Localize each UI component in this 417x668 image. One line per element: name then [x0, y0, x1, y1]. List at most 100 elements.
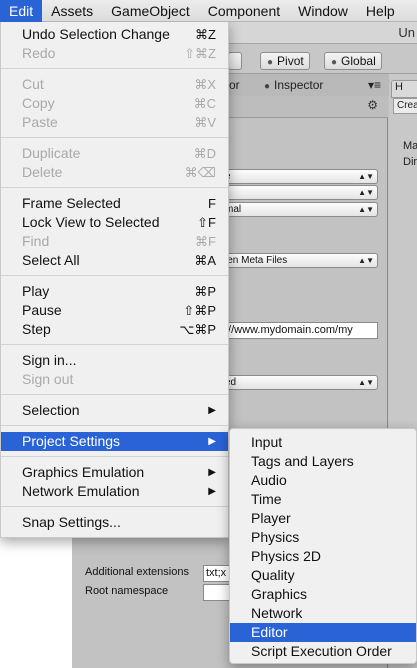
menu-item-shortcut: F — [208, 196, 216, 211]
menu-assets[interactable]: Assets — [42, 0, 102, 22]
submenu-item-player[interactable]: Player — [230, 509, 416, 528]
menu-item-selection[interactable]: Selection ▶ — [1, 401, 228, 420]
inspector-dropdown[interactable]: ▲▼ — [222, 185, 378, 200]
menu-item-label: Pause — [22, 302, 62, 318]
tab-inspector[interactable]: ● Inspector — [264, 78, 323, 92]
menu-separator — [1, 275, 228, 276]
menu-item-shortcut: ⌘F — [195, 234, 216, 249]
hierarchy-row[interactable]: Dir — [403, 156, 417, 168]
submenu-item-editor[interactable]: Editor — [230, 623, 416, 642]
menu-item-sign-out[interactable]: Sign out — [1, 370, 228, 389]
submenu-item-graphics[interactable]: Graphics — [230, 585, 416, 604]
inspector-dropdown[interactable]: ed ▲▼ — [222, 375, 378, 390]
menu-item-shortcut: ⇧F — [197, 215, 216, 230]
triangle-right-icon: ▶ — [208, 486, 216, 497]
menu-item-delete[interactable]: Delete ⌘⌫ — [1, 163, 228, 182]
menu-item-find[interactable]: Find ⌘F — [1, 232, 228, 251]
submenu-item-audio[interactable]: Audio — [230, 471, 416, 490]
menu-window[interactable]: Window — [289, 0, 357, 22]
hierarchy-row[interactable]: Ma — [403, 140, 417, 152]
menu-item-graphics-emulation[interactable]: Graphics Emulation ▶ — [1, 463, 228, 482]
menu-item-frame-selected[interactable]: Frame Selected F — [1, 194, 228, 213]
menu-item-label: Play — [22, 283, 50, 299]
menu-item-label: Network Emulation — [22, 483, 140, 499]
menu-edit[interactable]: Edit — [0, 0, 43, 22]
menu-separator — [1, 506, 228, 507]
tab-inspector-label: Inspector — [274, 78, 324, 92]
menu-item-shortcut: ⌘D — [193, 146, 216, 161]
menu-item-label: Graphics Emulation — [22, 464, 145, 480]
dropdown-arrow-icon: ▲▼ — [358, 256, 374, 265]
triangle-right-icon: ▶ — [208, 467, 216, 478]
menu-item-shortcut: ⌘P — [194, 284, 216, 299]
submenu-item-quality[interactable]: Quality — [230, 566, 416, 585]
menu-item-select-all[interactable]: Select All ⌘A — [1, 251, 228, 270]
submenu-item-time[interactable]: Time — [230, 490, 416, 509]
pivot-button[interactable]: ● Pivot — [260, 52, 310, 70]
menu-item-label: Paste — [22, 114, 58, 130]
menu-item-snap-settings[interactable]: Snap Settings... — [1, 513, 228, 532]
menu-item-step[interactable]: Step ⌥⌘P — [1, 320, 228, 339]
menu-item-network-emulation[interactable]: Network Emulation ▶ — [1, 482, 228, 501]
menu-item-shortcut: ⌘A — [194, 253, 216, 268]
menu-item-shortcut: ⌘C — [193, 96, 216, 111]
menu-item-project-settings[interactable]: Project Settings ▶ — [1, 432, 228, 451]
menu-component[interactable]: Component — [199, 0, 289, 22]
menu-item-copy[interactable]: Copy ⌘C — [1, 94, 228, 113]
submenu-item-network[interactable]: Network — [230, 604, 416, 623]
menu-item-label: Selection — [22, 402, 80, 418]
menu-separator — [1, 456, 228, 457]
menu-gameobject[interactable]: GameObject — [102, 0, 199, 22]
global-button[interactable]: ● Global — [324, 52, 382, 70]
gear-icon[interactable]: ⚙ — [367, 98, 378, 112]
menu-item-sign-in[interactable]: Sign in... — [1, 351, 228, 370]
menu-item-label: Cut — [22, 76, 44, 92]
menu-item-label: Sign out — [22, 371, 74, 387]
dropdown-arrow-icon: ▲▼ — [358, 205, 374, 214]
menu-item-label: Lock View to Selected — [22, 214, 160, 230]
menu-item-label: Sign in... — [22, 352, 77, 368]
menu-item-duplicate[interactable]: Duplicate ⌘D — [1, 144, 228, 163]
url-field[interactable]: ://www.mydomain.com/my — [222, 322, 378, 339]
pivot-icon: ● — [267, 57, 274, 68]
triangle-right-icon: ▶ — [208, 436, 216, 447]
toolbar-partial-button[interactable] — [228, 52, 242, 70]
menu-item-label: Snap Settings... — [22, 514, 121, 530]
menu-item-shortcut: ⇧⌘P — [183, 303, 216, 318]
menu-separator — [1, 187, 228, 188]
submenu-item-input[interactable]: Input — [230, 433, 416, 452]
menu-item-label: Duplicate — [22, 145, 81, 161]
submenu-item-script-execution-order[interactable]: Script Execution Order — [230, 642, 416, 661]
tab-partial[interactable]: or — [229, 78, 240, 92]
menu-item-redo[interactable]: Redo ⇧⌘Z — [1, 44, 228, 63]
menu-item-undo-selection-change[interactable]: Undo Selection Change ⌘Z — [1, 25, 228, 44]
menu-help[interactable]: Help — [357, 0, 404, 22]
submenu-item-tags-and-layers[interactable]: Tags and Layers — [230, 452, 416, 471]
menu-item-play[interactable]: Play ⌘P — [1, 282, 228, 301]
pivot-label: Pivot — [277, 54, 304, 68]
menu-item-pause[interactable]: Pause ⇧⌘P — [1, 301, 228, 320]
tab-menu-icon[interactable]: ▾≡ — [368, 78, 381, 92]
menu-separator — [1, 68, 228, 69]
submenu-item-physics[interactable]: Physics — [230, 528, 416, 547]
global-label: Global — [341, 54, 376, 68]
submenu-item-physics-2d[interactable]: Physics 2D — [230, 547, 416, 566]
globe-icon: ● — [331, 57, 338, 68]
menu-item-label: Redo — [22, 45, 56, 61]
inspector-dropdown[interactable]: len Meta Files ▲▼ — [222, 253, 378, 268]
menu-item-paste[interactable]: Paste ⌘V — [1, 113, 228, 132]
menu-separator — [1, 344, 228, 345]
menu-item-shortcut: ⌘Z — [195, 27, 216, 42]
tab-hierarchy[interactable]: H — [391, 80, 417, 98]
menu-item-label: Undo Selection Change — [22, 26, 170, 42]
menu-item-cut[interactable]: Cut ⌘X — [1, 75, 228, 94]
dropdown-arrow-icon: ▲▼ — [358, 172, 374, 181]
menu-item-lock-view[interactable]: Lock View to Selected ⇧F — [1, 213, 228, 232]
menu-item-label: Delete — [22, 164, 63, 180]
inspector-dropdown[interactable]: e▲▼ — [222, 169, 378, 184]
menu-bar: Edit Assets GameObject Component Window … — [0, 0, 417, 22]
menu-item-shortcut: ⌘V — [194, 115, 216, 130]
menu-separator — [1, 425, 228, 426]
hierarchy-create-button[interactable]: Crea — [393, 98, 417, 114]
inspector-dropdown[interactable]: mal ▲▼ — [222, 202, 378, 217]
